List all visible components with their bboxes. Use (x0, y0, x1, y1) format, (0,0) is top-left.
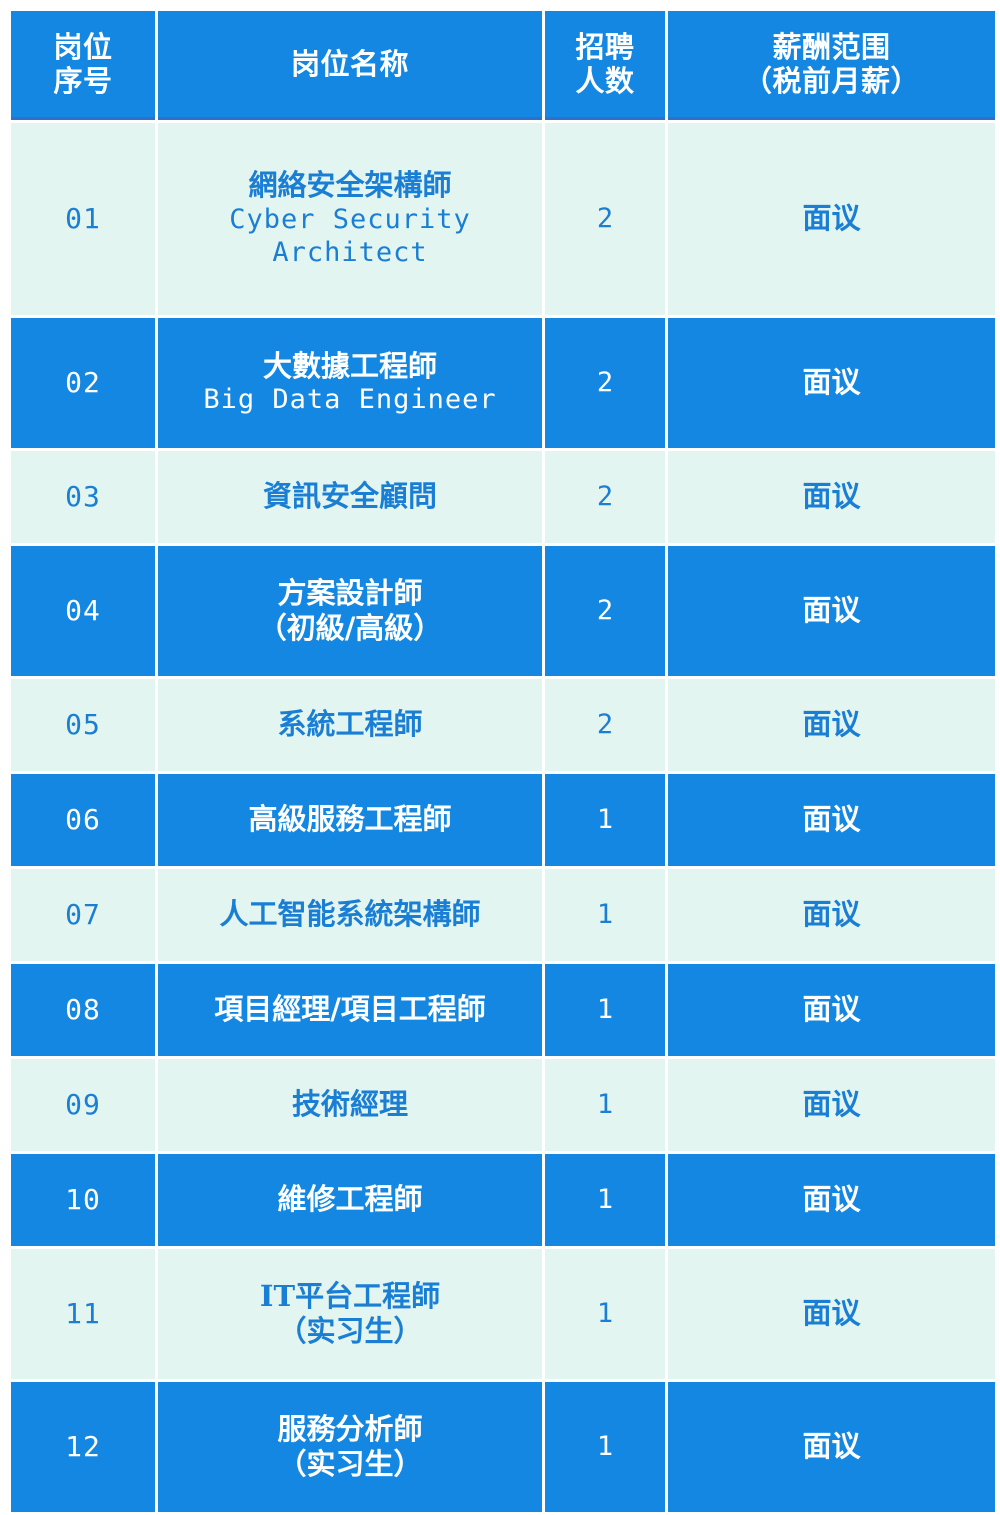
cell-position-name: 維修工程師 (158, 1154, 542, 1246)
cell-headcount: 1 (545, 964, 665, 1056)
table-row: 11 IT平台工程師 （实习生） 1 面议 (11, 1249, 995, 1379)
position-name-line: 方案設計師 (277, 575, 423, 610)
cell-headcount: 2 (545, 318, 665, 448)
cell-position-number: 08 (11, 964, 155, 1056)
table-row: 10 維修工程師 1 面议 (11, 1154, 995, 1246)
column-header-salary: 薪酬范围 （税前月薪） (668, 11, 995, 120)
cell-headcount: 1 (545, 774, 665, 866)
cell-salary-range: 面议 (668, 123, 995, 315)
cell-position-number: 02 (11, 318, 155, 448)
table-row: 01 網絡安全架構師 Cyber Security Architect 2 面议 (11, 123, 995, 315)
cell-position-name: 大數據工程師 Big Data Engineer (158, 318, 542, 448)
position-name-line: 資訊安全顧問 (262, 479, 437, 514)
column-header-line: 岗位 (53, 29, 113, 64)
table-body: 01 網絡安全架構師 Cyber Security Architect 2 面议 02 大數據… (11, 123, 995, 1512)
cell-position-number: 06 (11, 774, 155, 866)
cell-position-number: 12 (11, 1382, 155, 1512)
table-row: 07 人工智能系統架構師 1 面议 (11, 869, 995, 961)
cell-position-number: 01 (11, 123, 155, 315)
cell-headcount: 2 (545, 679, 665, 771)
cell-headcount: 1 (545, 1059, 665, 1151)
position-name-line: Cyber Security (229, 203, 471, 235)
cell-salary-range: 面议 (668, 318, 995, 448)
cell-position-number: 03 (11, 451, 155, 543)
cell-position-name: 系統工程師 (158, 679, 542, 771)
cell-position-name: 資訊安全顧問 (158, 451, 542, 543)
cell-headcount: 1 (545, 1154, 665, 1246)
cell-position-number: 05 (11, 679, 155, 771)
position-name-line: 項目經理/項目工程師 (214, 992, 486, 1027)
column-header-line: （税前月薪） (742, 64, 920, 98)
position-name-line: 網絡安全架構師 (248, 168, 452, 203)
cell-headcount: 2 (545, 451, 665, 543)
column-header-count: 招聘 人数 (545, 11, 665, 120)
position-name-line: Big Data Engineer (203, 384, 497, 416)
cell-salary-range: 面议 (668, 1154, 995, 1246)
cell-position-number: 09 (11, 1059, 155, 1151)
table-row: 02 大數據工程師 Big Data Engineer 2 面议 (11, 318, 995, 448)
position-name-line: 技術經理 (291, 1087, 408, 1122)
table-row: 04 方案設計師 （初級/高級） 2 面议 (11, 546, 995, 676)
cell-salary-range: 面议 (668, 546, 995, 676)
position-name-line: 人工智能系統架構師 (219, 897, 481, 932)
column-header-line: 招聘 (575, 29, 635, 64)
table-row: 05 系統工程師 2 面议 (11, 679, 995, 771)
cell-salary-range: 面议 (668, 774, 995, 866)
position-name-line: 高級服務工程師 (248, 802, 452, 837)
position-name-line: 維修工程師 (277, 1182, 423, 1217)
table-row: 03 資訊安全顧問 2 面议 (11, 451, 995, 543)
table-header: 岗位 序号 岗位名称 招聘 人数 薪酬范围 （税前月薪） (11, 11, 995, 120)
position-name-line: Architect (272, 236, 428, 268)
cell-position-name: 人工智能系統架構師 (158, 869, 542, 961)
cell-position-name: IT平台工程師 （实习生） (158, 1249, 542, 1379)
cell-headcount: 2 (545, 123, 665, 315)
cell-position-name: 方案設計師 （初級/高級） (158, 546, 542, 676)
cell-position-number: 11 (11, 1249, 155, 1379)
cell-salary-range: 面议 (668, 869, 995, 961)
position-name-line: 大數據工程師 (262, 348, 437, 383)
column-header-name: 岗位名称 (158, 11, 542, 120)
column-header-line: 岗位名称 (290, 46, 409, 81)
recruitment-positions-table: 岗位 序号 岗位名称 招聘 人数 薪酬范围 （税前月薪） 01 網絡安全架構師 Cyber Se… (8, 8, 998, 1515)
column-header-line: 薪酬范围 (772, 29, 891, 64)
recruitment-table-container: 岗位 序号 岗位名称 招聘 人数 薪酬范围 （税前月薪） 01 網絡安全架構師 Cyber Se… (0, 0, 1000, 1512)
position-name-line: （初級/高級） (257, 611, 443, 645)
cell-position-name: 高級服務工程師 (158, 774, 542, 866)
cell-salary-range: 面议 (668, 451, 995, 543)
cell-headcount: 2 (545, 546, 665, 676)
column-header-line: 人数 (575, 64, 635, 98)
table-row: 08 項目經理/項目工程師 1 面议 (11, 964, 995, 1056)
position-name-line: （实习生） (277, 1447, 423, 1481)
cell-salary-range: 面议 (668, 1382, 995, 1512)
cell-salary-range: 面议 (668, 1059, 995, 1151)
column-header-no: 岗位 序号 (11, 11, 155, 120)
cell-headcount: 1 (545, 1382, 665, 1512)
cell-salary-range: 面议 (668, 679, 995, 771)
cell-position-number: 10 (11, 1154, 155, 1246)
table-row: 12 服務分析師 （实习生） 1 面议 (11, 1382, 995, 1512)
position-name-line: 服務分析師 (277, 1411, 423, 1446)
cell-position-name: 網絡安全架構師 Cyber Security Architect (158, 123, 542, 315)
position-name-line: 系統工程師 (277, 707, 423, 742)
cell-headcount: 1 (545, 869, 665, 961)
position-name-line: IT平台工程師 (259, 1278, 441, 1313)
column-header-line: 序号 (53, 64, 113, 98)
cell-headcount: 1 (545, 1249, 665, 1379)
cell-position-name: 項目經理/項目工程師 (158, 964, 542, 1056)
cell-position-number: 04 (11, 546, 155, 676)
cell-salary-range: 面议 (668, 964, 995, 1056)
cell-salary-range: 面议 (668, 1249, 995, 1379)
cell-position-name: 服務分析師 （实习生） (158, 1382, 542, 1512)
cell-position-name: 技術經理 (158, 1059, 542, 1151)
table-row: 09 技術經理 1 面议 (11, 1059, 995, 1151)
table-header-row: 岗位 序号 岗位名称 招聘 人数 薪酬范围 （税前月薪） (11, 11, 995, 120)
position-name-line: （实习生） (277, 1314, 423, 1348)
table-row: 06 高級服務工程師 1 面议 (11, 774, 995, 866)
cell-position-number: 07 (11, 869, 155, 961)
